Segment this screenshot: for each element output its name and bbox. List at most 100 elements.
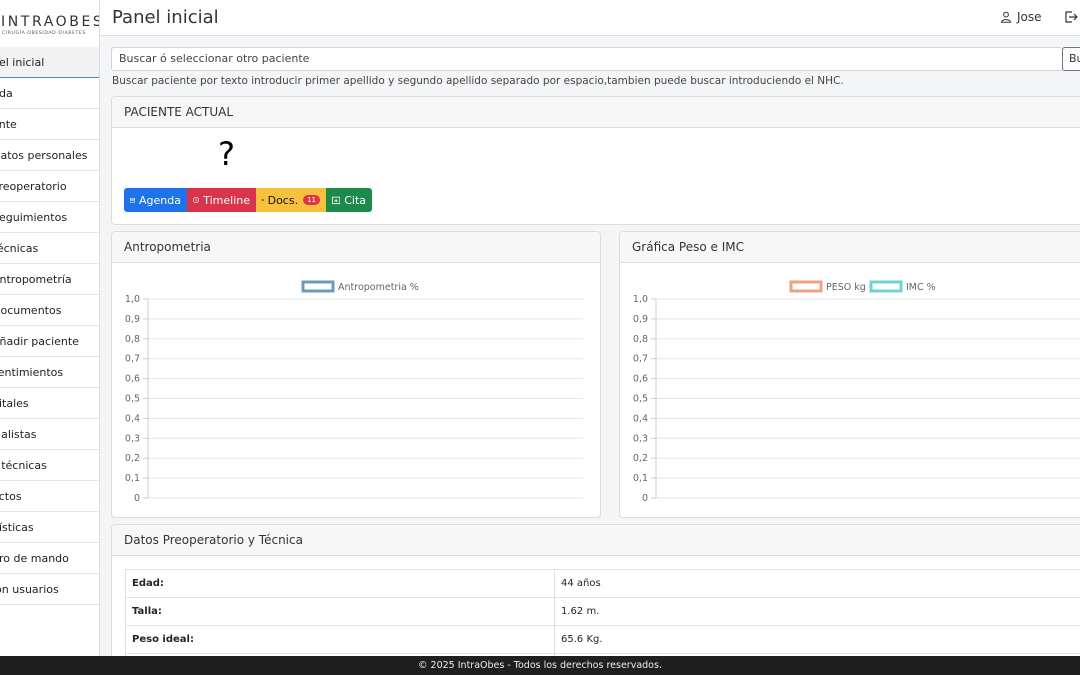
- y-tick-label: 0,2: [633, 453, 648, 464]
- sidebar-item-label: nel inicial: [0, 56, 45, 69]
- calendar-icon: [130, 197, 136, 203]
- legend-label: IMC %: [906, 282, 936, 293]
- datos-preoperatorio-card: Datos Preoperatorio y Técnica Edad: 44 añ…: [111, 524, 1080, 664]
- sidebar-item-label: Técnicas: [0, 242, 39, 255]
- patient-name: ?: [218, 135, 235, 173]
- sidebar-item-label: Preoperatorio: [0, 180, 67, 193]
- document-icon: [262, 199, 264, 201]
- search-button[interactable]: Bu: [1062, 47, 1080, 71]
- legend-swatch: [789, 280, 823, 293]
- peso-imc-chart: 0 0,1 0,2 0,3 0,4 0,5 0,6 0,7 0,8 0,9 1,0 PESO kg IM…: [633, 280, 1080, 504]
- legend-label: Antropometria %: [338, 282, 419, 293]
- agenda-button[interactable]: Agenda: [124, 188, 187, 212]
- y-tick-label: 0,1: [633, 473, 648, 484]
- row-label: Edad:: [125, 569, 555, 598]
- timeline-label: Timeline: [203, 193, 250, 207]
- sidebar-item-label: sentimientos: [0, 366, 64, 379]
- sidebar-item[interactable]: pitales: [0, 388, 99, 419]
- current-patient-title: PACIENTE ACTUAL: [112, 97, 1080, 128]
- y-tick-label: 1,0: [633, 294, 648, 305]
- docs-label: Docs.: [267, 193, 299, 207]
- page-title: Panel inicial: [112, 7, 219, 28]
- sidebar-item[interactable]: Añadir paciente: [0, 326, 99, 357]
- y-tick-label: 0,7: [633, 354, 648, 365]
- logo[interactable]: INTRAOBES CIRUGÍA·OBESIDAD·DIABETES: [0, 0, 99, 47]
- sidebar-item[interactable]: ión usuarios: [0, 574, 99, 605]
- datos-table: Edad: 44 años Talla: 1.62 m. Peso ideal: 65.6…: [125, 569, 1080, 663]
- datos-title: Datos Preoperatorio y Técnica: [112, 525, 1080, 556]
- sidebar-item[interactable]: Antropometría: [0, 264, 99, 295]
- sidebar-item[interactable]: Preoperatorio: [0, 171, 99, 202]
- docs-button[interactable]: Docs. 11: [256, 188, 326, 212]
- current-patient-card: PACIENTE ACTUAL ? Agenda Timeline Docs. …: [111, 96, 1080, 225]
- sidebar: INTRAOBES CIRUGÍA·OBESIDAD·DIABETES nel …: [0, 0, 100, 656]
- peso-imc-title: Gráfica Peso e IMC: [620, 232, 1080, 263]
- y-tick-label: 0,5: [633, 394, 648, 405]
- sidebar-item[interactable]: actos: [0, 481, 99, 512]
- y-tick-label: 0,3: [633, 433, 648, 444]
- y-tick-label: 0: [642, 493, 648, 504]
- antropometria-card: Antropometria 0 0,1 0,2 0,3 0,4 0,5 0,6 0,7 0,8 0…: [111, 231, 601, 518]
- sidebar-item-label: nda: [0, 87, 13, 100]
- sidebar-item[interactable]: dro de mando: [0, 543, 99, 574]
- top-header: Panel inicial Jose: [100, 0, 1080, 36]
- sidebar-item-label: Seguimientos: [0, 211, 68, 224]
- y-tick-label: 0,3: [125, 433, 140, 444]
- peso-imc-card: Gráfica Peso e IMC 0 0,1 0,2 0,3 0,4 0,5 0,6 0,…: [619, 231, 1080, 518]
- row-label: Peso ideal:: [125, 625, 555, 654]
- y-tick-label: 0,2: [125, 453, 140, 464]
- sidebar-item[interactable]: Seguimientos: [0, 202, 99, 233]
- sidebar-item[interactable]: Datos personales: [0, 140, 99, 171]
- search-hint: Buscar paciente por texto introducir pri…: [112, 75, 844, 87]
- sidebar-item[interactable]: s técnicas: [0, 450, 99, 481]
- sidebar-item-label: ente: [0, 118, 17, 131]
- sidebar-item-label: Documentos: [0, 304, 62, 317]
- footer: © 2025 IntraObes - Todos los derechos re…: [0, 656, 1080, 675]
- sidebar-item[interactable]: dísticas: [0, 512, 99, 543]
- sidebar-item[interactable]: Técnicas: [0, 233, 99, 264]
- logo-tagline: CIRUGÍA·OBESIDAD·DIABETES: [2, 31, 86, 36]
- sidebar-item-label: actos: [0, 490, 22, 503]
- timeline-button[interactable]: Timeline: [187, 188, 256, 212]
- y-tick-label: 0,6: [125, 374, 140, 385]
- y-tick-label: 0,8: [633, 334, 648, 345]
- y-tick-label: 0,7: [125, 354, 140, 365]
- sidebar-item[interactable]: ente: [0, 109, 99, 140]
- row-value: 44 años: [554, 569, 1080, 598]
- clock-icon: [193, 197, 200, 203]
- y-tick-label: 0,4: [633, 413, 648, 424]
- legend-swatch: [301, 280, 335, 293]
- y-tick-label: 1,0: [125, 294, 140, 305]
- logout-button[interactable]: [1063, 9, 1079, 29]
- sidebar-item-label: dro de mando: [0, 552, 69, 565]
- sidebar-item-label: dísticas: [0, 521, 34, 534]
- patient-search-input[interactable]: Buscar ó seleccionar otro paciente: [111, 47, 1063, 71]
- sidebar-item-label: Datos personales: [0, 149, 88, 162]
- y-tick-label: 0,8: [125, 334, 140, 345]
- user-menu[interactable]: Jose: [1000, 10, 1042, 24]
- row-value: 65.6 Kg.: [554, 625, 1080, 654]
- sidebar-item-label: cialistas: [0, 428, 37, 441]
- cita-button[interactable]: Cita: [326, 188, 372, 212]
- sidebar-item[interactable]: Documentos: [0, 295, 99, 326]
- docs-count-badge: 11: [303, 195, 320, 205]
- sidebar-item-label: Añadir paciente: [0, 335, 79, 348]
- table-row: Peso ideal: 65.6 Kg.: [125, 625, 1080, 654]
- sidebar-item-label: ión usuarios: [0, 583, 59, 596]
- cita-label: Cita: [344, 193, 366, 207]
- y-tick-label: 0,9: [633, 314, 648, 325]
- sidebar-item[interactable]: cialistas: [0, 419, 99, 450]
- sidebar-item[interactable]: sentimientos: [0, 357, 99, 388]
- antropometria-title: Antropometria: [112, 232, 600, 263]
- sidebar-item-label: pitales: [0, 397, 29, 410]
- y-tick-label: 0,6: [633, 374, 648, 385]
- sidebar-item-label: Antropometría: [0, 273, 72, 286]
- sidebar-item[interactable]: nda: [0, 78, 99, 109]
- sidebar-item-label: s técnicas: [0, 459, 47, 472]
- row-label: Talla:: [125, 597, 555, 626]
- sidebar-item[interactable]: nel inicial: [0, 47, 99, 78]
- legend-label: PESO kg: [826, 282, 866, 293]
- legend-swatch: [869, 280, 903, 293]
- table-row: Talla: 1.62 m.: [125, 597, 1080, 626]
- logo-name: INTRAOBES: [1, 14, 99, 30]
